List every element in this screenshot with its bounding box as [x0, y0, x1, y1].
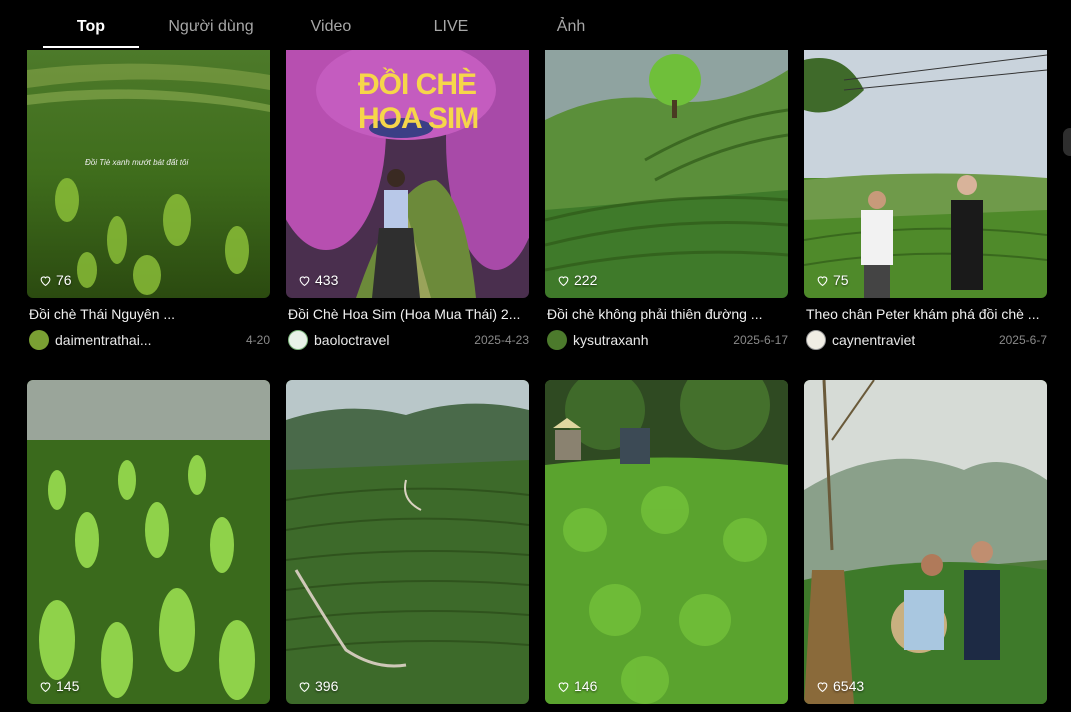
- like-count: 433: [298, 272, 338, 288]
- video-thumbnail[interactable]: Đồi Tiè xanh mướt bát đất tôi 76: [27, 50, 270, 298]
- video-thumbnail[interactable]: 145: [27, 380, 270, 704]
- video-thumbnail[interactable]: 146: [545, 380, 788, 704]
- author-name[interactable]: daimentrathai...: [55, 332, 152, 348]
- like-count: 145: [39, 678, 79, 694]
- heart-outline-icon: [558, 275, 569, 286]
- post-date: 2025-4-23: [474, 333, 529, 347]
- video-thumbnail[interactable]: 75: [804, 50, 1047, 298]
- tab-photos[interactable]: Ảnh: [523, 18, 619, 36]
- heart-outline-icon: [40, 275, 51, 286]
- video-meta: daimentrathai... 4-20: [29, 329, 270, 351]
- like-count: 76: [39, 272, 72, 288]
- author-name[interactable]: baoloctravel: [314, 332, 390, 348]
- like-count: 146: [557, 678, 597, 694]
- overlay-caption: Đồi Tiè xanh mướt bát đất tôi: [85, 158, 189, 167]
- post-date: 2025-6-17: [733, 333, 788, 347]
- like-count: 75: [816, 272, 849, 288]
- video-meta: caynentraviet 2025-6-7: [806, 329, 1047, 351]
- heart-outline-icon: [299, 275, 310, 286]
- video-title[interactable]: Đồi chè không phải thiên đường ...: [547, 306, 787, 322]
- heart-outline-icon: [299, 681, 310, 692]
- heart-outline-icon: [817, 681, 828, 692]
- active-tab-indicator: [43, 46, 139, 48]
- video-thumbnail[interactable]: 396: [286, 380, 529, 704]
- video-title[interactable]: Đồi chè Thái Nguyên ...: [29, 306, 269, 322]
- video-thumbnail[interactable]: 222: [545, 50, 788, 298]
- heart-outline-icon: [558, 681, 569, 692]
- video-title[interactable]: Theo chân Peter khám phá đồi chè ...: [806, 306, 1046, 322]
- avatar[interactable]: [547, 330, 567, 350]
- author-name[interactable]: kysutraxanh: [573, 332, 648, 348]
- post-date: 2025-6-7: [998, 333, 1047, 347]
- video-thumbnail[interactable]: 6543: [804, 380, 1047, 704]
- like-count: 396: [298, 678, 338, 694]
- avatar[interactable]: [288, 330, 308, 350]
- heart-outline-icon: [817, 275, 828, 286]
- avatar[interactable]: [29, 330, 49, 350]
- video-thumbnail[interactable]: ĐỒI CHÈ HOA SIM 433: [286, 50, 529, 298]
- video-meta: kysutraxanh 2025-6-17: [547, 329, 788, 351]
- like-count: 6543: [816, 678, 864, 694]
- avatar[interactable]: [806, 330, 826, 350]
- tab-live[interactable]: LIVE: [403, 18, 499, 36]
- tab-users[interactable]: Người dùng: [163, 18, 259, 36]
- video-meta: baoloctravel 2025-4-23: [288, 329, 529, 351]
- search-tabs: Top Người dùng Video LIVE Ảnh: [0, 0, 1071, 156]
- tab-top[interactable]: Top: [43, 18, 139, 36]
- scroll-handle[interactable]: [1063, 128, 1071, 156]
- author-name[interactable]: caynentraviet: [832, 332, 915, 348]
- post-date: 4-20: [245, 333, 270, 347]
- video-title[interactable]: Đồi Chè Hoa Sim (Hoa Mua Thái) 2...: [288, 306, 528, 322]
- overlay-caption: ĐỒI CHÈ HOA SIM: [358, 68, 479, 135]
- tab-video[interactable]: Video: [283, 18, 379, 36]
- heart-outline-icon: [40, 681, 51, 692]
- like-count: 222: [557, 272, 597, 288]
